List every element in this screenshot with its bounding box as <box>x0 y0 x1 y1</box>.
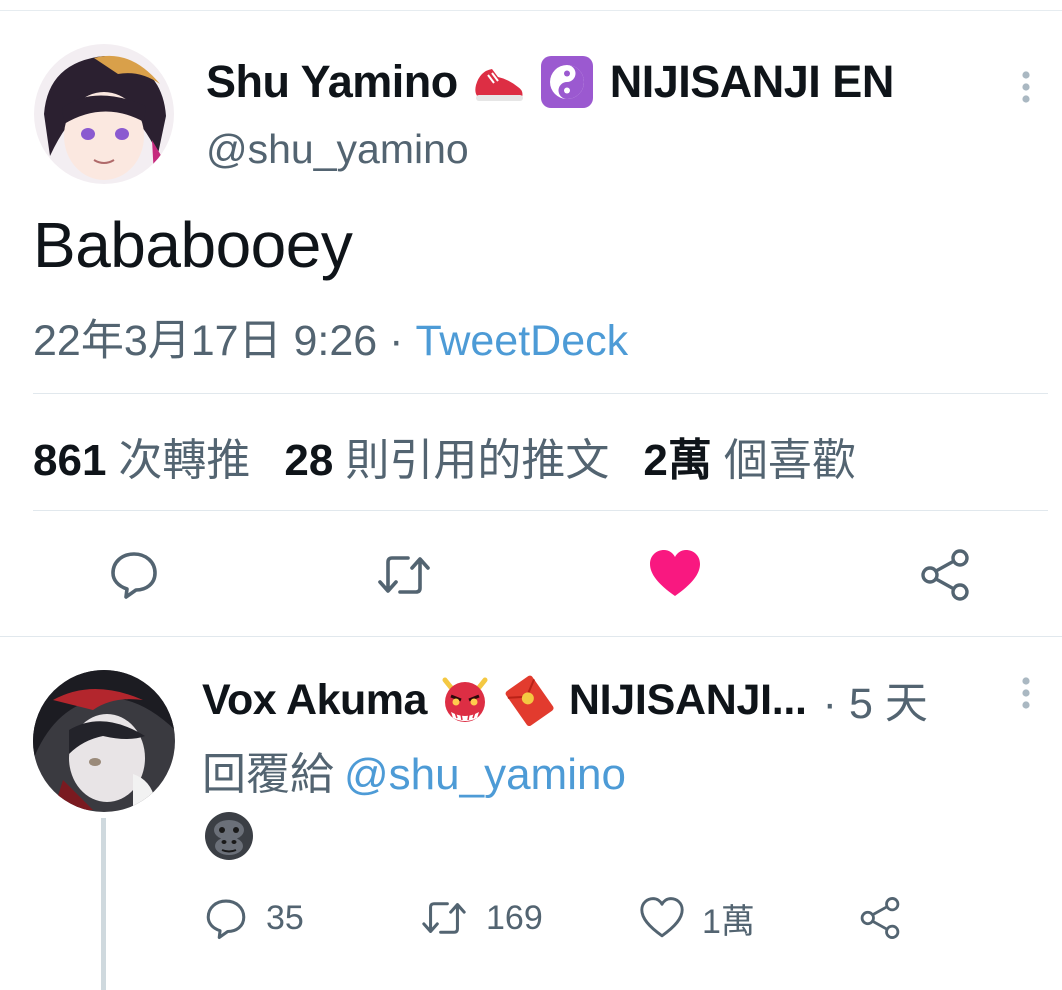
retweet-icon[interactable] <box>376 550 432 600</box>
reply-display-name[interactable]: Vox Akuma <box>202 676 427 725</box>
reply-retweet-button[interactable]: 169 <box>420 890 543 946</box>
author-name-row[interactable]: Shu Yamino NIJISANJI EN <box>206 52 894 112</box>
reply-reply-button[interactable]: 35 <box>204 890 304 946</box>
reply-count: 35 <box>266 898 304 937</box>
replying-to: 回覆給 @shu_yamino <box>202 738 626 802</box>
reply-time[interactable]: · 5 天 <box>823 669 928 731</box>
mention-link[interactable]: @shu_yamino <box>344 750 626 799</box>
like-count: 1萬 <box>702 902 755 941</box>
red-envelope-emoji <box>503 674 555 727</box>
reply-like-button[interactable]: 1萬 <box>640 890 755 946</box>
reply-share-button[interactable] <box>858 890 902 946</box>
divider <box>33 510 1048 511</box>
heart-outline-icon <box>640 897 684 938</box>
reply-icon[interactable] <box>108 548 160 600</box>
retweets-stat[interactable]: 861 次轉推 <box>33 424 250 488</box>
source-link[interactable]: TweetDeck <box>415 317 628 365</box>
replying-prefix: 回覆給 <box>202 750 334 799</box>
reply-icon <box>206 899 246 939</box>
reply-avatar[interactable] <box>33 670 175 812</box>
name-suffix: NIJISANJI EN <box>609 56 895 107</box>
like-icon[interactable] <box>648 548 702 600</box>
reply-author-row[interactable]: Vox Akuma NIJISANJI... · 5 天 <box>202 670 928 730</box>
tweet-actions <box>0 540 1062 610</box>
divider <box>33 393 1048 394</box>
meta-separator: · <box>377 317 416 365</box>
timestamp[interactable]: 22年3月17日 9:26 <box>33 317 377 365</box>
tweet-meta: 22年3月17日 9:26 · TweetDeck <box>33 306 628 368</box>
share-icon[interactable] <box>918 548 972 602</box>
share-icon <box>860 897 900 939</box>
more-options-icon[interactable] <box>1016 676 1036 712</box>
display-name[interactable]: Shu Yamino <box>206 56 458 108</box>
top-divider <box>0 10 1062 11</box>
yin-yang-emoji <box>540 55 594 109</box>
avatar[interactable] <box>34 44 174 184</box>
divider <box>0 636 1062 637</box>
gorilla-emoji <box>202 808 256 862</box>
more-options-icon[interactable] <box>1016 70 1036 106</box>
reply-name-suffix: NIJISANJI... <box>568 675 807 724</box>
retweet-count: 169 <box>486 898 543 937</box>
quotes-stat[interactable]: 28 則引用的推文 <box>284 424 609 488</box>
handle[interactable]: @shu_yamino <box>206 126 469 173</box>
tweet-text: Bababooey <box>33 209 353 281</box>
reply-actions: 35 169 1萬 <box>0 890 1062 950</box>
engagement-stats: 861 次轉推 28 則引用的推文 2萬 個喜歡 <box>33 424 856 488</box>
retweet-icon <box>422 902 466 934</box>
oni-mask-emoji <box>439 674 491 726</box>
sneaker-emoji <box>472 55 526 109</box>
likes-stat[interactable]: 2萬 個喜歡 <box>643 424 855 488</box>
